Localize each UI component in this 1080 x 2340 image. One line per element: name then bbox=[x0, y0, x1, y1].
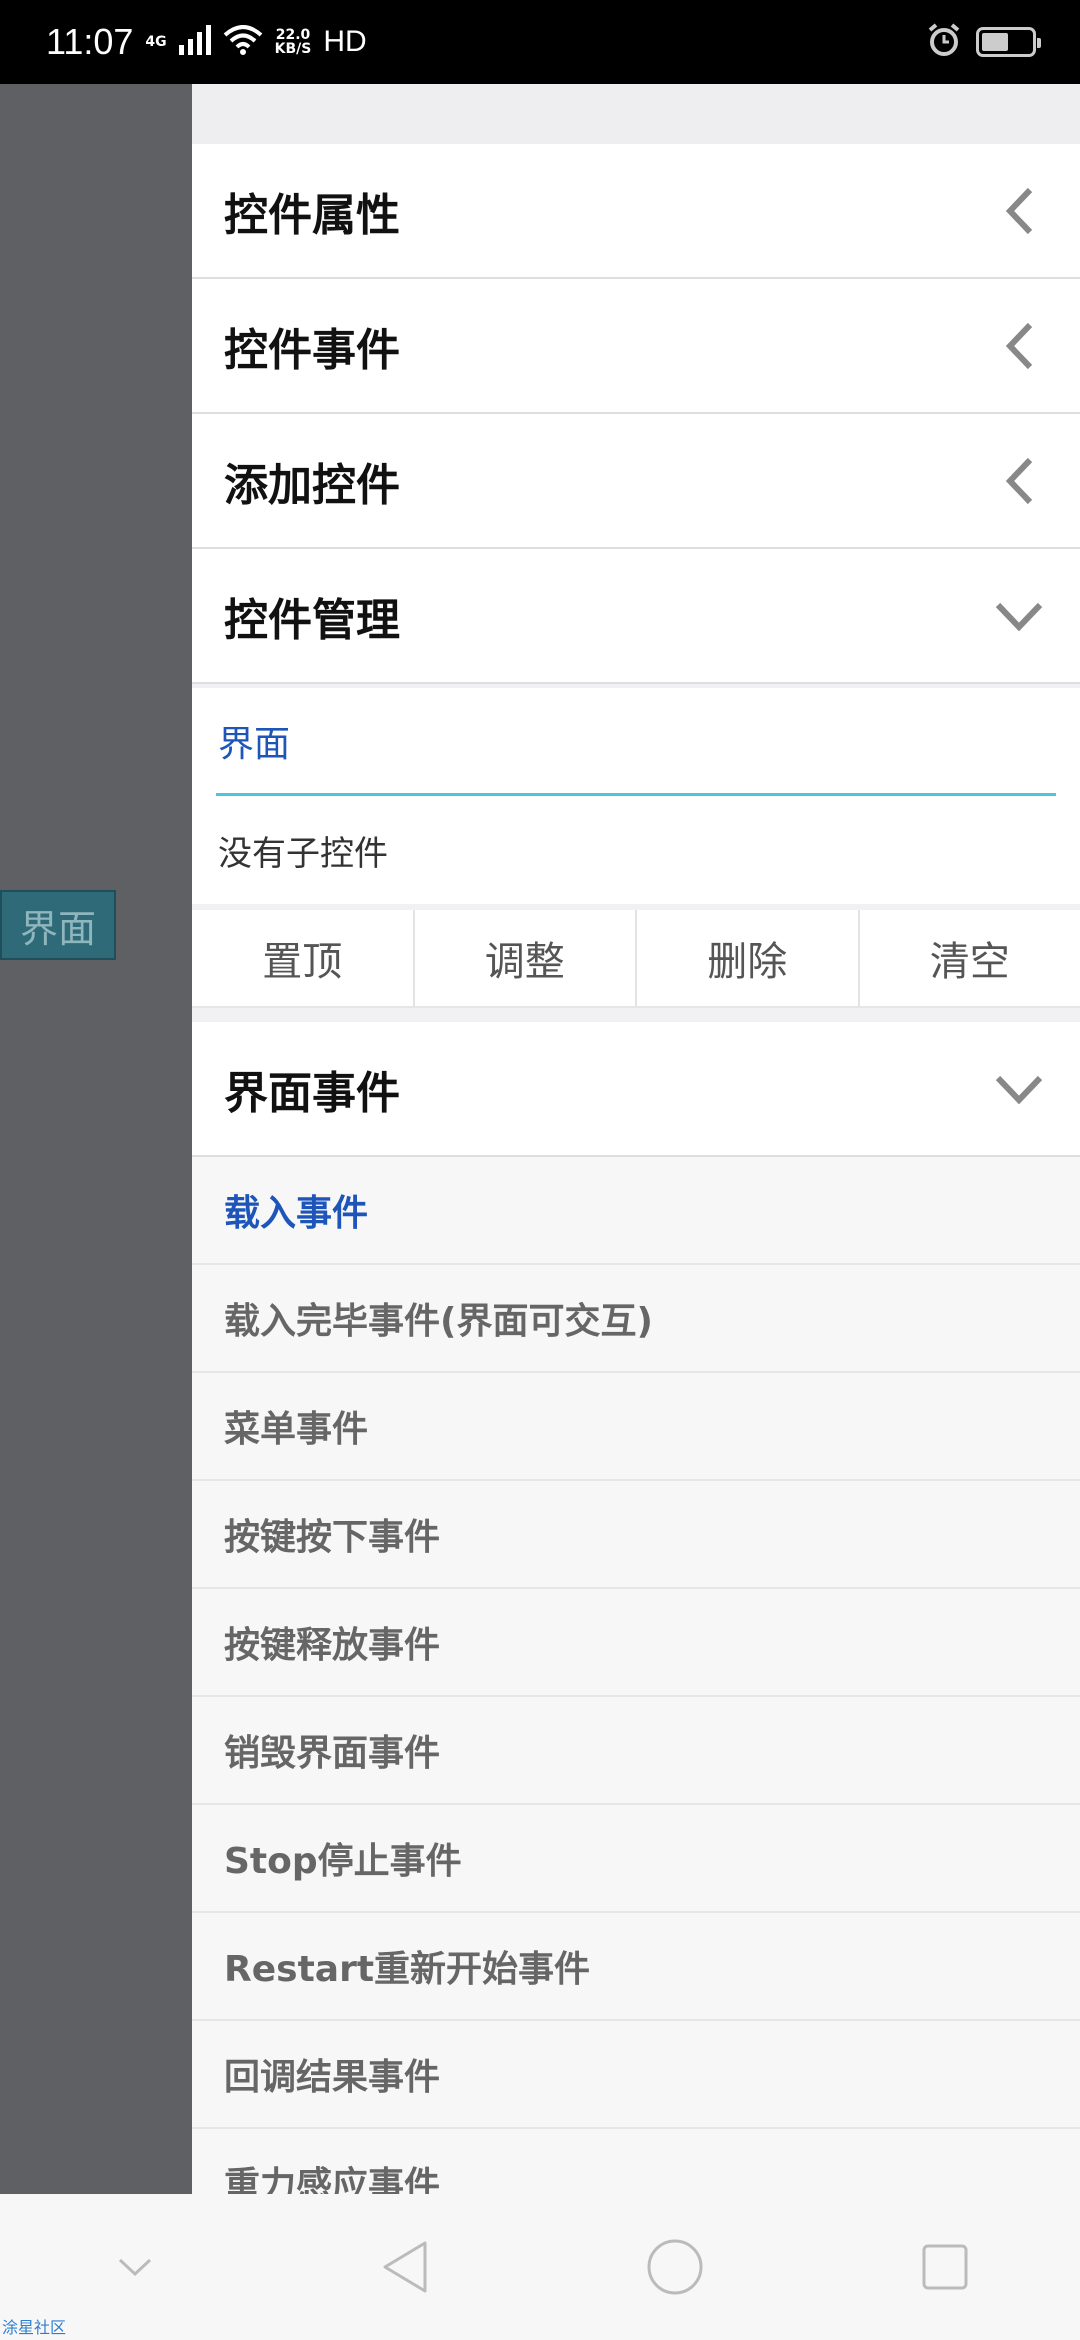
management-panel: 界面 没有子控件 bbox=[192, 688, 1080, 904]
event-item-gravity-sensor[interactable]: 重力感应事件 bbox=[192, 2129, 1080, 2194]
event-list: 载入事件 载入完毕事件(界面可交互) 菜单事件 按键按下事件 按键释放事件 销毁… bbox=[192, 1157, 1080, 2194]
chevron-down-icon bbox=[994, 591, 1044, 641]
view-tree-tab[interactable]: 界面 bbox=[216, 688, 1056, 796]
event-item-load-complete[interactable]: 载入完毕事件(界面可交互) bbox=[192, 1265, 1080, 1373]
alarm-icon bbox=[926, 22, 962, 62]
status-bar: 11:07 4G 22.0 KB/S HD bbox=[0, 0, 1080, 84]
wifi-icon bbox=[223, 25, 263, 59]
section-ui-events[interactable]: 界面事件 bbox=[192, 1022, 1080, 1157]
properties-drawer: 控件属性 控件事件 添加控件 控件管理 界面 没有子控件 置顶 调整 删除 清空… bbox=[192, 84, 1080, 2194]
event-item-key-up[interactable]: 按键释放事件 bbox=[192, 1589, 1080, 1697]
event-item-stop[interactable]: Stop停止事件 bbox=[192, 1805, 1080, 1913]
watermark-text: 涂星社区 bbox=[2, 2318, 67, 2337]
navigation-bar: 涂星社区 bbox=[0, 2194, 1080, 2340]
section-title: 控件管理 bbox=[224, 594, 400, 646]
canvas-selected-view[interactable]: 界面 bbox=[0, 890, 116, 960]
chevron-down-icon bbox=[994, 1064, 1044, 1114]
event-item-restart[interactable]: Restart重新开始事件 bbox=[192, 1913, 1080, 2021]
recents-square-icon[interactable] bbox=[905, 2227, 985, 2307]
section-control-properties[interactable]: 控件属性 bbox=[192, 144, 1080, 279]
network-type: 4G bbox=[145, 35, 166, 49]
section-title: 控件事件 bbox=[224, 324, 400, 376]
event-item-menu[interactable]: 菜单事件 bbox=[192, 1373, 1080, 1481]
status-time: 11:07 bbox=[46, 21, 134, 62]
network-speed: 22.0 KB/S bbox=[275, 28, 312, 56]
section-title: 界面事件 bbox=[224, 1067, 400, 1119]
status-right bbox=[926, 22, 1041, 62]
home-circle-icon[interactable] bbox=[635, 2227, 715, 2307]
event-item-callback-result[interactable]: 回调结果事件 bbox=[192, 2021, 1080, 2129]
status-left: 11:07 4G 22.0 KB/S HD bbox=[46, 21, 367, 63]
drawer-top-gap bbox=[192, 84, 1080, 144]
empty-children-text: 没有子控件 bbox=[218, 833, 388, 874]
event-item-load[interactable]: 载入事件 bbox=[192, 1157, 1080, 1265]
management-buttons: 置顶 调整 删除 清空 bbox=[192, 910, 1080, 1008]
bring-to-top-button[interactable]: 置顶 bbox=[192, 910, 415, 1006]
network-label: 4G bbox=[145, 34, 167, 50]
speed-unit: KB/S bbox=[274, 41, 312, 57]
collapse-chevron-icon[interactable] bbox=[95, 2227, 175, 2307]
section-control-events[interactable]: 控件事件 bbox=[192, 279, 1080, 414]
clear-button[interactable]: 清空 bbox=[860, 910, 1080, 1006]
section-control-management[interactable]: 控件管理 bbox=[192, 549, 1080, 684]
hd-label: HD bbox=[323, 25, 367, 58]
chevron-left-icon bbox=[994, 321, 1044, 371]
battery-level bbox=[982, 33, 1009, 51]
chevron-left-icon bbox=[994, 186, 1044, 236]
section-title: 控件属性 bbox=[224, 189, 400, 241]
adjust-button[interactable]: 调整 bbox=[415, 910, 637, 1006]
event-item-destroy[interactable]: 销毁界面事件 bbox=[192, 1697, 1080, 1805]
battery-icon bbox=[976, 27, 1041, 57]
section-title: 添加控件 bbox=[224, 459, 400, 511]
design-canvas[interactable]: 界面 bbox=[0, 84, 192, 2194]
delete-button[interactable]: 删除 bbox=[637, 910, 860, 1006]
chevron-left-icon bbox=[994, 456, 1044, 506]
signal-icon bbox=[178, 25, 211, 59]
event-item-key-down[interactable]: 按键按下事件 bbox=[192, 1481, 1080, 1589]
section-add-control[interactable]: 添加控件 bbox=[192, 414, 1080, 549]
events-section: 界面事件 载入事件 载入完毕事件(界面可交互) 菜单事件 按键按下事件 按键释放… bbox=[192, 1022, 1080, 2194]
back-triangle-icon[interactable] bbox=[365, 2227, 445, 2307]
